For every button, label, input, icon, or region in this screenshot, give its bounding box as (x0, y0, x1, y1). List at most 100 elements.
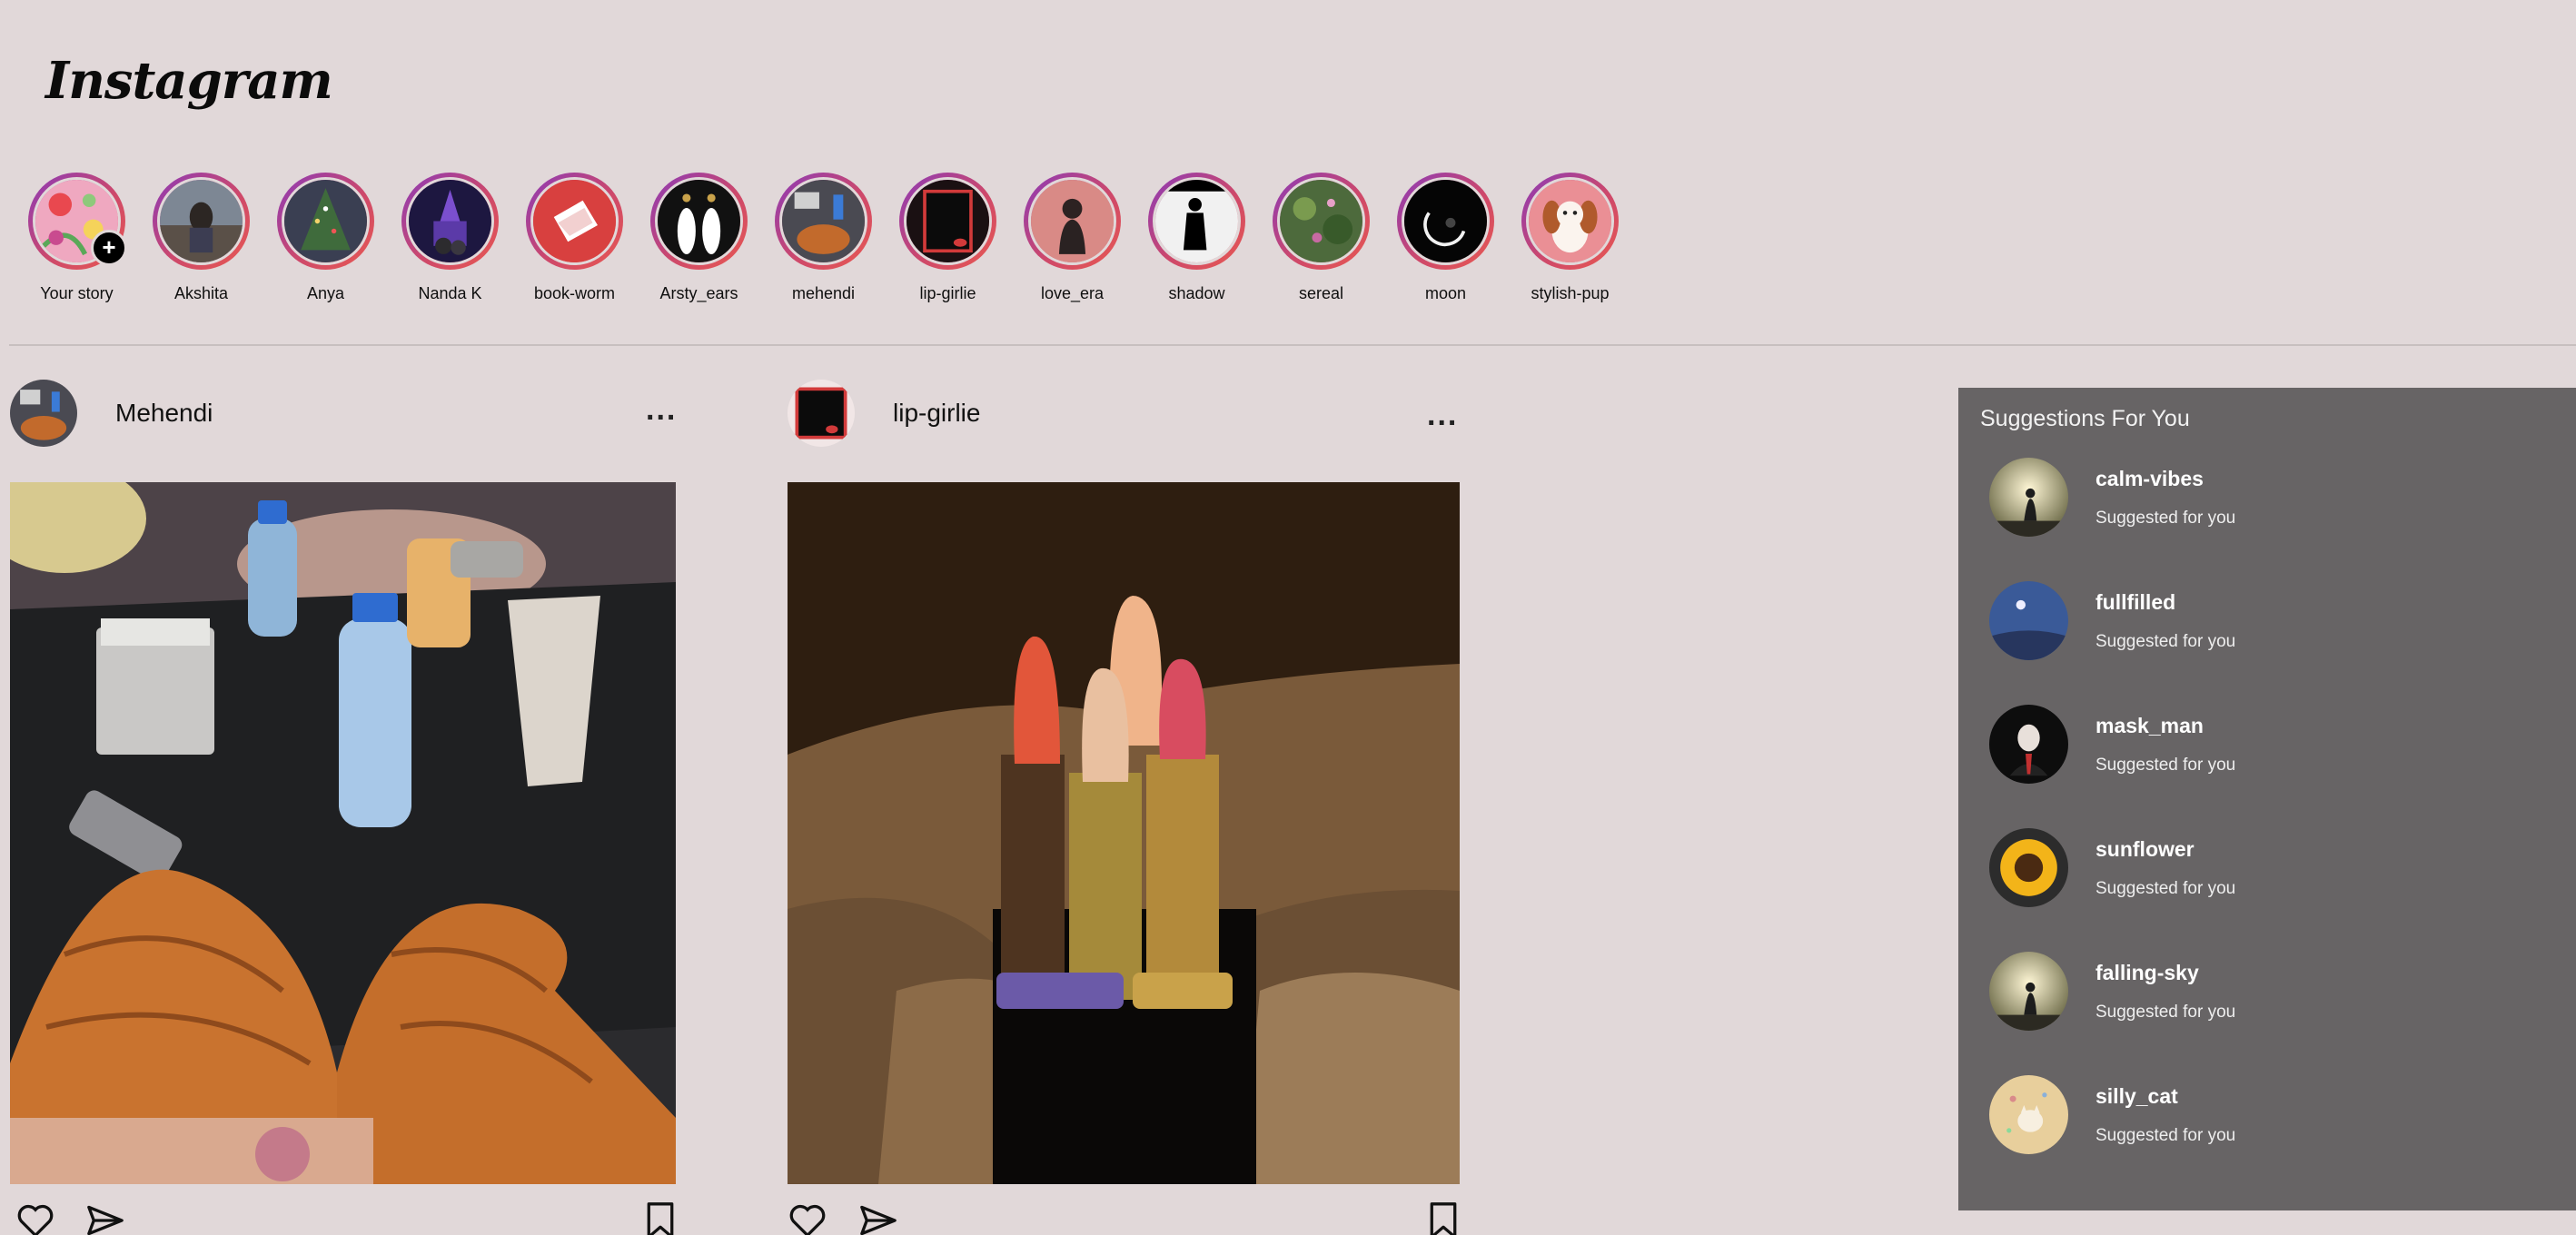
story-your-story[interactable]: + Your story (15, 173, 139, 303)
suggestion-item[interactable]: silly_cat Suggested for you (1989, 1075, 2534, 1157)
suggestion-item[interactable]: sunflower Suggested for you (1989, 828, 2534, 910)
suggestion-avatar[interactable] (1989, 705, 2068, 784)
post-mehendi: Mehendi ... (10, 380, 676, 1235)
suggestion-name[interactable]: silly_cat (2095, 1084, 2178, 1109)
story-ring (899, 173, 996, 270)
story-avatar (157, 177, 245, 265)
post-username[interactable]: lip-girlie (893, 399, 980, 428)
suggestion-avatar[interactable] (1989, 581, 2068, 660)
story-anya[interactable]: Anya (263, 173, 388, 303)
story-avatar (1526, 177, 1614, 265)
story-nanda-k[interactable]: Nanda K (388, 173, 512, 303)
story-label: sereal (1298, 284, 1344, 302)
story-ring: + (28, 173, 127, 270)
suggestion-item[interactable]: mask_man Suggested for you (1989, 705, 2534, 786)
post-lip-girlie: lip-girlie ... (788, 380, 1460, 1235)
story-ring (1521, 173, 1619, 270)
story-ring (1273, 173, 1370, 270)
story-arsty-ears[interactable]: Arsty_ears (637, 173, 761, 303)
story-label: moon (1424, 284, 1467, 302)
story-sereal[interactable]: sereal (1259, 173, 1383, 303)
send-icon[interactable] (84, 1202, 126, 1235)
suggestion-avatar[interactable] (1989, 458, 2068, 537)
post-actions (10, 1202, 676, 1235)
story-ring (650, 173, 748, 270)
story-akshita[interactable]: Akshita (139, 173, 263, 303)
post-avatar[interactable] (788, 380, 855, 447)
story-ring (153, 173, 250, 270)
suggestion-subtitle: Suggested for you (2095, 632, 2236, 651)
post-actions (788, 1202, 1460, 1235)
suggestion-avatar[interactable] (1989, 952, 2068, 1031)
post-image[interactable] (788, 482, 1460, 1184)
suggestion-name[interactable]: sunflower (2095, 837, 2195, 862)
stories-bar: + Your story Akshita Anya Nanda K book-w… (15, 173, 1632, 303)
story-avatar (779, 177, 867, 265)
story-label: love_era (1040, 284, 1105, 302)
suggestion-item[interactable]: falling-sky Suggested for you (1989, 952, 2534, 1033)
instagram-logo[interactable]: Instagram (45, 51, 333, 111)
suggestion-name[interactable]: calm-vibes (2095, 467, 2204, 491)
story-ring (775, 173, 872, 270)
post-username[interactable]: Mehendi (115, 399, 213, 428)
suggestion-subtitle: Suggested for you (2095, 1003, 2236, 1022)
story-label: stylish-pup (1531, 284, 1610, 302)
story-label: book-worm (533, 284, 616, 302)
story-avatar (282, 177, 370, 265)
suggestion-name[interactable]: falling-sky (2095, 961, 2199, 985)
story-ring (277, 173, 374, 270)
story-shadow[interactable]: shadow (1134, 173, 1259, 303)
story-avatar (655, 177, 743, 265)
story-avatar (1402, 177, 1490, 265)
story-label: Anya (306, 284, 345, 302)
suggestion-subtitle: Suggested for you (2095, 756, 2236, 775)
suggestion-subtitle: Suggested for you (2095, 1126, 2236, 1145)
more-options-icon[interactable]: ... (646, 392, 677, 428)
story-label: mehendi (791, 284, 856, 302)
suggestion-name[interactable]: fullfilled (2095, 590, 2175, 615)
story-book-worm[interactable]: book-worm (512, 173, 637, 303)
suggestion-subtitle: Suggested for you (2095, 509, 2236, 528)
story-lip-girlie[interactable]: lip-girlie (886, 173, 1010, 303)
bookmark-icon[interactable] (645, 1202, 676, 1235)
story-ring (1148, 173, 1245, 270)
story-love-era[interactable]: love_era (1010, 173, 1134, 303)
story-label: Akshita (173, 284, 229, 302)
post-header: lip-girlie ... (788, 380, 1460, 447)
story-moon[interactable]: moon (1383, 173, 1508, 303)
story-avatar (530, 177, 619, 265)
stories-divider (9, 344, 2576, 346)
add-story-icon[interactable]: + (91, 230, 127, 266)
story-label: Your story (40, 284, 114, 302)
story-ring (1397, 173, 1494, 270)
suggestions-panel: Suggestions For You calm-vibes Suggested… (1958, 388, 2576, 1210)
story-avatar (1153, 177, 1241, 265)
story-avatar (406, 177, 494, 265)
story-mehendi[interactable]: mehendi (761, 173, 886, 303)
suggestion-avatar[interactable] (1989, 828, 2068, 907)
story-stylish-pup[interactable]: stylish-pup (1508, 173, 1632, 303)
story-avatar (1277, 177, 1365, 265)
story-avatar (1028, 177, 1116, 265)
story-avatar (904, 177, 992, 265)
suggestion-item[interactable]: calm-vibes Suggested for you (1989, 458, 2534, 539)
suggestions-title: Suggestions For You (1980, 406, 2190, 431)
suggestion-subtitle: Suggested for you (2095, 879, 2236, 898)
post-avatar[interactable] (10, 380, 77, 447)
story-ring (526, 173, 623, 270)
story-label: shadow (1168, 284, 1225, 302)
heart-icon[interactable] (788, 1202, 827, 1235)
suggestion-item[interactable]: fullfilled Suggested for you (1989, 581, 2534, 663)
post-image[interactable] (10, 482, 676, 1184)
story-label: Nanda K (418, 284, 482, 302)
post-header: Mehendi ... (10, 380, 676, 447)
send-icon[interactable] (857, 1202, 899, 1235)
bookmark-icon[interactable] (1428, 1202, 1459, 1235)
story-label: lip-girlie (919, 284, 976, 302)
suggestion-name[interactable]: mask_man (2095, 714, 2204, 738)
story-label: Arsty_ears (659, 284, 738, 302)
more-options-icon[interactable]: ... (1427, 398, 1458, 433)
heart-icon[interactable] (15, 1202, 55, 1235)
story-ring (1024, 173, 1121, 270)
suggestion-avatar[interactable] (1989, 1075, 2068, 1154)
